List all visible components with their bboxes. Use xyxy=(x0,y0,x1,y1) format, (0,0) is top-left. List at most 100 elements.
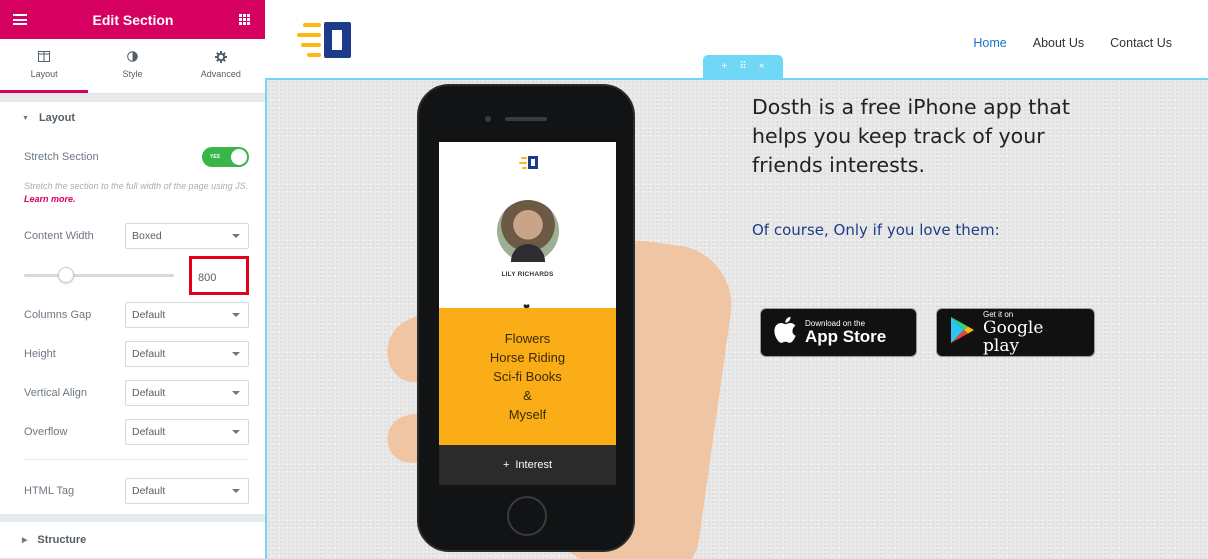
site-header: Home About Us Contact Us + ⠿ × xyxy=(265,0,1208,78)
panel-controls: ▼ Layout Stretch Section YES Stretch the… xyxy=(0,94,265,559)
html-tag-row: HTML Tag Default xyxy=(24,468,249,514)
nav-about-us[interactable]: About Us xyxy=(1033,36,1084,50)
width-slider-row: 800 xyxy=(24,255,249,295)
html-tag-value: Default xyxy=(132,485,166,497)
height-value: Default xyxy=(132,347,166,360)
width-number-value: 800 xyxy=(198,271,217,284)
nav-contact-us[interactable]: Contact Us xyxy=(1110,36,1172,50)
height-select[interactable]: Default xyxy=(125,340,249,367)
content-width-value: Boxed xyxy=(132,229,162,242)
hamburger-menu-icon[interactable] xyxy=(13,14,27,25)
vertical-align-row: Vertical Align Default xyxy=(24,373,249,412)
caret-right-icon: ▶ xyxy=(22,537,28,544)
content-width-row: Content Width Boxed xyxy=(24,216,249,255)
divider xyxy=(24,459,249,460)
add-interest-label: Interest xyxy=(515,459,553,471)
layout-section-header[interactable]: ▼ Layout xyxy=(0,94,265,134)
panel-title: Edit Section xyxy=(92,11,174,28)
delete-section-icon[interactable]: × xyxy=(759,61,765,72)
panel-tabs: Layout Style Advanced xyxy=(0,39,265,94)
stretch-section-row: Stretch Section YES xyxy=(24,134,249,180)
interest-item: Horse Riding xyxy=(489,349,566,365)
structure-section-title: Structure xyxy=(37,534,87,546)
layout-icon xyxy=(38,51,51,63)
vertical-align-select[interactable]: Default xyxy=(125,379,249,406)
vertical-align-value: Default xyxy=(132,386,166,399)
caret-down-icon: ▼ xyxy=(22,114,29,122)
tab-advanced-label: Advanced xyxy=(200,68,241,79)
gear-icon xyxy=(214,50,227,63)
columns-gap-select[interactable]: Default xyxy=(125,301,249,328)
app-store-button[interactable]: Download on the App Store xyxy=(760,308,917,357)
width-number-input[interactable]: 800 xyxy=(189,255,249,295)
chevron-down-icon xyxy=(232,233,240,238)
tab-layout-label: Layout xyxy=(30,68,58,79)
html-tag-label: HTML Tag xyxy=(24,485,75,497)
layout-section-title: Layout xyxy=(38,112,75,124)
chevron-down-icon xyxy=(232,489,240,493)
google-play-big-text: Google play xyxy=(983,318,1044,356)
columns-gap-row: Columns Gap Default xyxy=(24,295,249,334)
site-logo[interactable] xyxy=(297,22,351,58)
content-width-select[interactable]: Boxed xyxy=(125,222,249,249)
toggle-text: YES xyxy=(210,154,221,160)
overflow-value: Default xyxy=(132,425,166,438)
vertical-align-label: Vertical Align xyxy=(24,386,87,399)
interest-item: Myself xyxy=(508,406,547,422)
add-section-icon[interactable]: + xyxy=(721,61,727,72)
content-width-label: Content Width xyxy=(24,229,94,242)
chevron-down-icon xyxy=(232,312,240,317)
width-slider-track[interactable] xyxy=(24,266,174,283)
editor-panel: Edit Section Layout Style Advanced ▼ Lay… xyxy=(0,0,265,559)
app-logo xyxy=(519,156,538,169)
drag-section-icon[interactable]: ⠿ xyxy=(739,61,746,72)
tab-layout[interactable]: Layout xyxy=(0,39,89,93)
structure-section-header[interactable]: ▶ Structure xyxy=(0,514,265,558)
chevron-down-icon xyxy=(232,429,240,434)
google-play-button[interactable]: Get it on Google play xyxy=(936,308,1095,357)
phone-home-button xyxy=(507,496,547,536)
logo-lines xyxy=(297,23,321,57)
html-tag-select[interactable]: Default xyxy=(125,478,249,504)
app-store-text: Download on the App Store xyxy=(805,319,886,346)
hero-section[interactable]: LILY RICHARDS ♥ Flowers Horse Riding Sci… xyxy=(265,78,1208,559)
widgets-grid-icon[interactable] xyxy=(239,14,250,25)
interest-item: Sci-fi Books xyxy=(493,368,562,384)
panel-header: Edit Section xyxy=(0,0,265,39)
overflow-select[interactable]: Default xyxy=(125,418,249,445)
phone-speaker xyxy=(505,117,547,121)
plus-icon: + xyxy=(502,459,510,471)
height-row: Height Default xyxy=(24,334,249,373)
overflow-label: Overflow xyxy=(24,425,68,438)
tab-advanced[interactable]: Advanced xyxy=(177,39,265,93)
learn-more-link[interactable]: Learn more. xyxy=(24,194,76,204)
tab-style-label: Style xyxy=(122,68,143,79)
section-handle: + ⠿ × xyxy=(703,55,783,78)
add-interest-bar: + Interest xyxy=(439,445,616,485)
phone-camera xyxy=(485,116,491,122)
overflow-row: Overflow Default xyxy=(24,412,249,451)
logo-d-icon xyxy=(324,22,351,58)
stretch-description: Stretch the section to the full width of… xyxy=(24,180,249,216)
interests-list: Flowers Horse Riding Sci-fi Books & Myse… xyxy=(439,308,616,445)
phone-mockup: LILY RICHARDS ♥ Flowers Horse Riding Sci… xyxy=(417,84,635,552)
google-play-text: Get it on Google play xyxy=(983,310,1084,355)
width-slider-handle[interactable] xyxy=(58,266,74,283)
height-label: Height xyxy=(24,347,56,360)
interest-item: Flowers xyxy=(504,330,551,346)
google-play-icon xyxy=(949,316,975,349)
chevron-down-icon xyxy=(232,351,240,356)
stretch-section-label: Stretch Section xyxy=(24,151,99,163)
stretch-section-toggle[interactable]: YES xyxy=(202,147,249,167)
interest-item: & xyxy=(523,387,532,403)
apple-icon xyxy=(773,316,797,349)
nav-home[interactable]: Home xyxy=(973,36,1006,50)
site-preview: Home About Us Contact Us + ⠿ × LILY RICH… xyxy=(265,0,1208,559)
toggle-knob xyxy=(231,149,247,165)
tab-style[interactable]: Style xyxy=(88,39,176,93)
contrast-icon xyxy=(127,51,138,63)
stretch-description-text: Stretch the section to the full width of… xyxy=(24,181,249,191)
hero-subheadline: Of course, Only if you love them: xyxy=(752,221,1000,239)
chevron-down-icon xyxy=(232,390,240,395)
columns-gap-value: Default xyxy=(132,308,166,321)
